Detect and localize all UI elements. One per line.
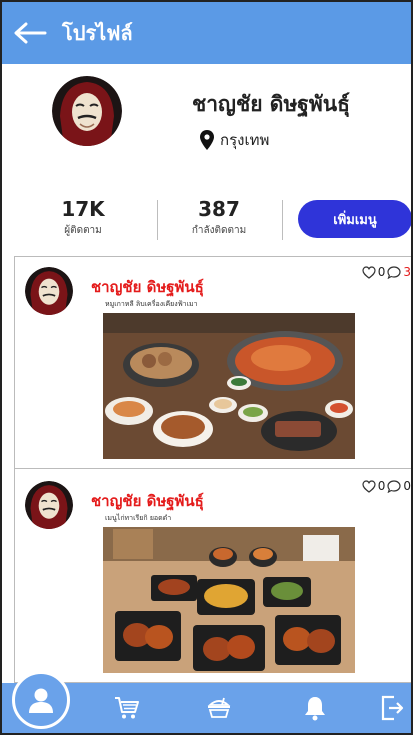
page-title: โปรไฟล์ [62,21,133,45]
profile-name: ชาญชัย ดิษฐพันธุ์ [192,92,350,116]
stats-divider [282,200,283,240]
avatar[interactable] [25,481,73,529]
masked-person-avatar-icon [25,481,73,529]
post-reactions: 0 0 [362,479,411,493]
nav-cart-button[interactable] [102,683,152,733]
food-icon [207,697,231,718]
masked-person-avatar-icon [25,267,73,315]
comment-icon[interactable] [387,265,401,279]
followers-label: ผู้ติดตาม [64,225,102,236]
logout-icon [381,695,404,721]
nav-notifications-button[interactable] [290,683,340,733]
post-caption: เมนูไก่ทาเรียกิ ยอดดำ [105,514,172,522]
followers-count: 17K [61,197,105,221]
bottom-navigation [2,671,411,733]
masked-person-avatar-icon [52,76,122,146]
map-pin-icon [200,130,214,150]
post-photo[interactable] [103,313,355,459]
arrow-left-icon [14,22,47,44]
post-reactions: 0 3 [362,265,411,279]
profile-location: กรุงเทพ [200,128,269,152]
comment-icon[interactable] [387,479,401,493]
top-app-bar: โปรไฟล์ [2,2,411,64]
add-menu-button[interactable]: เพิ่มเมนู [298,200,411,238]
post-photo[interactable] [103,527,355,673]
profile-icon [29,688,53,713]
location-text: กรุงเทพ [220,131,270,149]
profile-stats: 17K ผู้ติดตาม 387 กำลังติดตาม เพิ่มเมนู [2,184,411,250]
cart-icon [115,697,139,719]
nav-food-button[interactable] [194,683,244,733]
nav-logout-button[interactable] [372,683,411,733]
post-author[interactable]: ชาญชัย ดิษฐพันธุ์ [91,275,204,299]
heart-icon[interactable] [362,265,376,279]
post-author[interactable]: ชาญชัย ดิษฐพันธุ์ [91,489,204,513]
post-card[interactable]: ชาญชัย ดิษฐพันธุ์ เมนูไก่ทาเรียกิ ยอดดำ … [15,471,411,683]
back-button[interactable] [2,2,58,64]
app-frame: โปรไฟล์ ชาญชัย ดิษฐพันธุ์ กรุงเทพ 17K ผู… [0,0,413,735]
like-count: 0 [377,479,386,493]
following-stat[interactable]: 387 กำลังติดตาม [174,198,264,238]
avatar[interactable] [52,76,122,146]
avatar[interactable] [25,267,73,315]
profile-header: ชาญชัย ดิษฐพันธุ์ กรุงเทพ [2,64,411,184]
korean-bbq-food-image [103,313,355,459]
heart-icon[interactable] [362,479,376,493]
comment-count: 0 [403,479,411,493]
stats-divider [157,200,158,240]
nav-profile-button[interactable] [12,671,70,729]
comment-count: 3 [403,265,411,279]
followers-stat[interactable]: 17K ผู้ติดตาม [38,198,128,238]
post-caption: หมูเกาหลี ลิบเครื่องเคียงฟ้าเมา [105,300,198,308]
bell-icon [305,697,325,721]
post-card[interactable]: ชาญชัย ดิษฐพันธุ์ หมูเกาหลี ลิบเครื่องเค… [15,257,411,469]
like-count: 0 [377,265,386,279]
fried-chicken-food-image [103,527,355,673]
following-label: กำลังติดตาม [191,225,247,236]
post-feed[interactable]: ชาญชัย ดิษฐพันธุ์ หมูเกาหลี ลิบเครื่องเค… [14,256,411,686]
following-count: 387 [198,197,240,221]
